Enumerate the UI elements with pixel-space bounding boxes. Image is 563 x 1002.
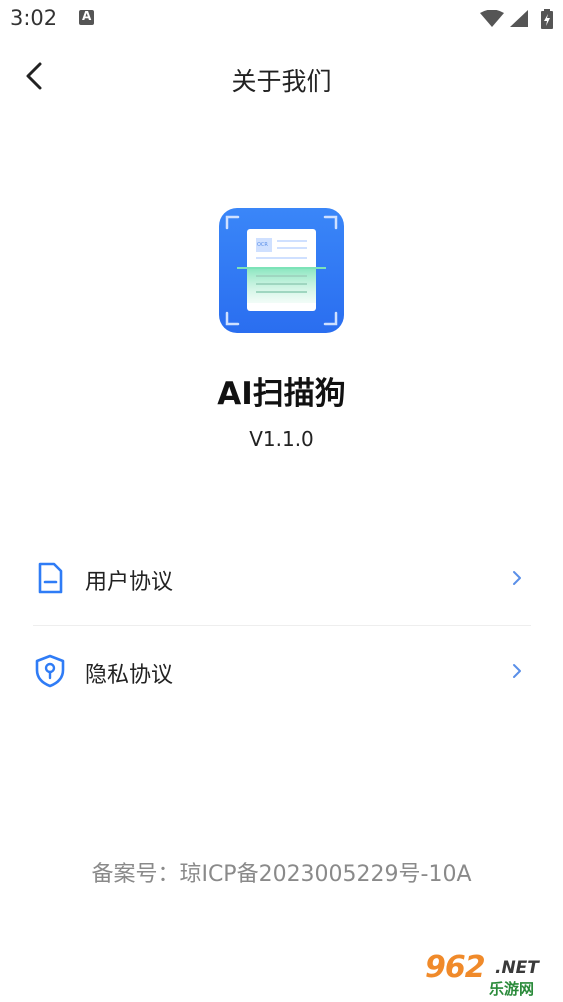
- watermark-sub-text: 乐游网: [489, 980, 535, 998]
- chevron-right-icon: [513, 571, 521, 585]
- signal-icon: [510, 10, 528, 27]
- status-time: 3:02: [10, 6, 58, 30]
- app-name: AI扫描狗: [217, 376, 346, 412]
- status-bar: 3:02: [0, 0, 563, 38]
- app-version: V1.1.0: [249, 427, 314, 451]
- app-icon-ocr-text: OCR: [257, 242, 268, 248]
- wifi-icon: [480, 10, 504, 27]
- chevron-right-icon: [513, 664, 521, 678]
- menu-item-label: 用户协议: [85, 570, 174, 595]
- watermark-domain-text: .NET: [495, 958, 539, 978]
- battery-icon: [541, 9, 553, 29]
- header-bar: 关于我们: [0, 44, 563, 110]
- document-scan-app-icon: OCR: [219, 208, 344, 333]
- site-watermark: 962 .NET 乐游网: [423, 950, 558, 998]
- notification-a-icon: [79, 9, 94, 25]
- icp-record-text: 备案号：琼ICP备2023005229号-10A: [91, 862, 472, 887]
- shield-lock-icon: [35, 654, 65, 688]
- menu-item-user-agreement[interactable]: 用户协议: [0, 533, 563, 623]
- document-icon: [38, 562, 63, 594]
- page-title: 关于我们: [231, 67, 332, 96]
- menu-item-label: 隐私协议: [85, 663, 174, 688]
- watermark-main-text: 962: [425, 950, 486, 985]
- menu-item-privacy-policy[interactable]: 隐私协议: [0, 626, 563, 716]
